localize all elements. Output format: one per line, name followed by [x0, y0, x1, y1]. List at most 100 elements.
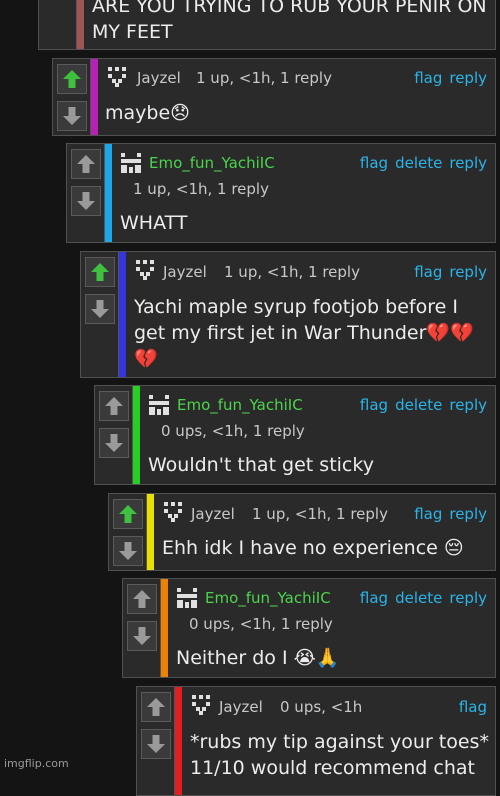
- username[interactable]: Emo_fun_YachiIC: [149, 154, 275, 172]
- comment-meta: 0 ups, <1h, 1 reply: [189, 615, 333, 633]
- username[interactable]: Jayzel: [163, 263, 207, 281]
- vote-column: [109, 494, 147, 570]
- flag-link[interactable]: flag: [414, 263, 442, 281]
- downvote-button[interactable]: [141, 729, 171, 759]
- delete-link[interactable]: delete: [395, 396, 442, 414]
- comment-actions: flag reply: [407, 505, 487, 523]
- reply-link[interactable]: reply: [449, 154, 487, 172]
- reply-link[interactable]: reply: [449, 589, 487, 607]
- comment: Jayzel 1 up, <1h, 1 reply flag reply mayb…: [52, 58, 496, 136]
- flag-link[interactable]: flag: [360, 396, 388, 414]
- upvote-button[interactable]: [85, 257, 115, 287]
- comment-actions: flag delete reply: [353, 396, 487, 414]
- thread-depth-bar: [147, 494, 154, 570]
- up-arrow-icon: [91, 263, 109, 281]
- upvote-button[interactable]: [57, 64, 87, 94]
- comment: Jayzel 1 up, <1h, 1 reply flag reply Ehh …: [108, 493, 496, 571]
- comment-meta: 0 ups, <1h, 1 reply: [161, 422, 305, 440]
- thread-depth-bar: [77, 0, 84, 49]
- down-arrow-icon: [63, 107, 81, 125]
- avatar: [147, 393, 171, 417]
- delete-link[interactable]: delete: [395, 154, 442, 172]
- flag-link[interactable]: flag: [360, 589, 388, 607]
- comment: Emo_fun_YachiIC 0 ups, <1h, 1 reply flag…: [122, 578, 496, 678]
- up-arrow-icon: [63, 70, 81, 88]
- username[interactable]: Jayzel: [191, 505, 235, 523]
- up-arrow-icon: [77, 155, 95, 173]
- down-arrow-icon: [147, 735, 165, 753]
- comment-actions: flag reply: [407, 263, 487, 281]
- comment-meta: 1 up, <1h, 1 reply: [224, 263, 360, 281]
- vote-column: [81, 252, 119, 377]
- avatar: [175, 586, 199, 610]
- vote-column: [137, 687, 175, 795]
- comment-body: WHATT: [120, 212, 188, 234]
- comment: Emo_fun_YachiIC 0 ups, <1h, 1 reply flag…: [94, 385, 496, 485]
- comment-actions: flag delete reply: [353, 589, 487, 607]
- comment-meta: 0 ups, <1h: [280, 698, 363, 716]
- imgflip-watermark: imgflip.com: [4, 757, 69, 770]
- downvote-button[interactable]: [99, 428, 129, 458]
- thread-depth-bar: [119, 252, 126, 377]
- upvote-button[interactable]: [71, 149, 101, 179]
- comment-body: Neither do I 😭🙏: [176, 647, 340, 669]
- up-arrow-icon: [119, 505, 137, 523]
- vote-column: [39, 0, 77, 49]
- username[interactable]: Jayzel: [219, 698, 263, 716]
- comment-body: *rubs my tip against your toes* 11/10 wo…: [190, 731, 489, 779]
- thread-depth-bar: [161, 579, 168, 677]
- avatar: [161, 499, 185, 523]
- downvote-button[interactable]: [71, 186, 101, 216]
- avatar: [133, 257, 157, 281]
- downvote-button[interactable]: [85, 294, 115, 324]
- avatar: [119, 151, 143, 175]
- upvote-button[interactable]: [99, 391, 129, 421]
- reply-link[interactable]: reply: [449, 263, 487, 281]
- vote-column: [53, 59, 91, 135]
- comment-body: Yachi maple syrup footjob before I get m…: [134, 296, 474, 370]
- reply-link[interactable]: reply: [449, 396, 487, 414]
- thread-depth-bar: [105, 144, 112, 242]
- comment-meta: 1 up, <1h, 1 reply: [196, 69, 332, 87]
- comment-meta: 1 up, <1h, 1 reply: [133, 180, 269, 198]
- username[interactable]: Jayzel: [137, 69, 181, 87]
- upvote-button[interactable]: [113, 499, 143, 529]
- flag-link[interactable]: flag: [414, 505, 442, 523]
- username[interactable]: Emo_fun_YachiIC: [177, 396, 303, 414]
- up-arrow-icon: [133, 590, 151, 608]
- down-arrow-icon: [77, 192, 95, 210]
- flag-link[interactable]: flag: [360, 154, 388, 172]
- up-arrow-icon: [105, 397, 123, 415]
- vote-column: [95, 386, 133, 484]
- comment: Jayzel 0 ups, <1h flag *rubs my tip agai…: [136, 686, 496, 796]
- thread-depth-bar: [91, 59, 98, 135]
- down-arrow-icon: [105, 434, 123, 452]
- comment-body: Ehh idk I have no experience 😔: [162, 537, 464, 559]
- flag-link[interactable]: flag: [459, 698, 487, 716]
- comment: ARE YOU TRYING TO RUB YOUR PENIR ON MY F…: [38, 0, 496, 50]
- delete-link[interactable]: delete: [395, 589, 442, 607]
- upvote-button[interactable]: [141, 692, 171, 722]
- avatar: [105, 64, 129, 88]
- upvote-button[interactable]: [127, 584, 157, 614]
- down-arrow-icon: [133, 627, 151, 645]
- comment: Emo_fun_YachiIC 1 up, <1h, 1 reply flag d…: [66, 143, 496, 243]
- downvote-button[interactable]: [57, 101, 87, 131]
- comment-actions: flag: [452, 698, 487, 716]
- downvote-button[interactable]: [127, 621, 157, 651]
- comment: Jayzel 1 up, <1h, 1 reply flag reply Yach…: [80, 251, 496, 378]
- avatar: [189, 692, 213, 716]
- up-arrow-icon: [147, 698, 165, 716]
- username[interactable]: Emo_fun_YachiIC: [205, 589, 331, 607]
- comment-body: Wouldn't that get sticky: [148, 454, 374, 476]
- vote-column: [67, 144, 105, 242]
- comment-actions: flag reply: [407, 69, 487, 87]
- vote-column: [123, 579, 161, 677]
- down-arrow-icon: [119, 542, 137, 560]
- reply-link[interactable]: reply: [449, 505, 487, 523]
- thread-depth-bar: [175, 687, 182, 795]
- flag-link[interactable]: flag: [414, 69, 442, 87]
- thread-depth-bar: [133, 386, 140, 484]
- reply-link[interactable]: reply: [449, 69, 487, 87]
- downvote-button[interactable]: [113, 536, 143, 566]
